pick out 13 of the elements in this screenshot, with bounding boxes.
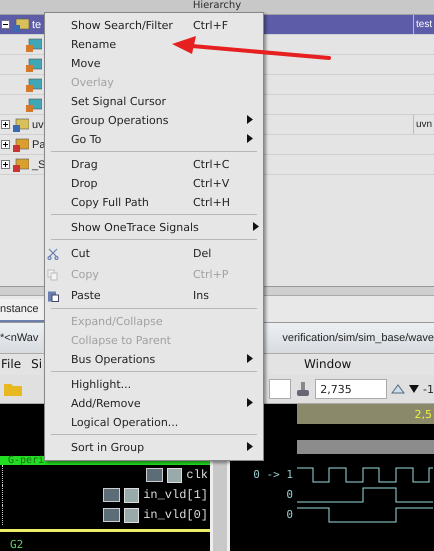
- window-title: *<nWav: [0, 332, 38, 344]
- signal-value: 0: [286, 507, 293, 523]
- file-path: verification/sim/sim_base/wave: [282, 332, 434, 344]
- tree-value: uvn: [413, 115, 434, 134]
- signal-value: 0 -> 1: [253, 467, 293, 483]
- panel-title: Hierarchy: [192, 0, 242, 11]
- signal-value: 0: [286, 487, 293, 503]
- tree-value: test: [413, 15, 434, 34]
- tree-label: te: [32, 18, 42, 30]
- group-name: G-peri: [7, 456, 44, 465]
- step-value: -1: [423, 382, 434, 396]
- ruler-label: 2,5: [414, 408, 433, 420]
- tree-label: uv: [32, 118, 44, 130]
